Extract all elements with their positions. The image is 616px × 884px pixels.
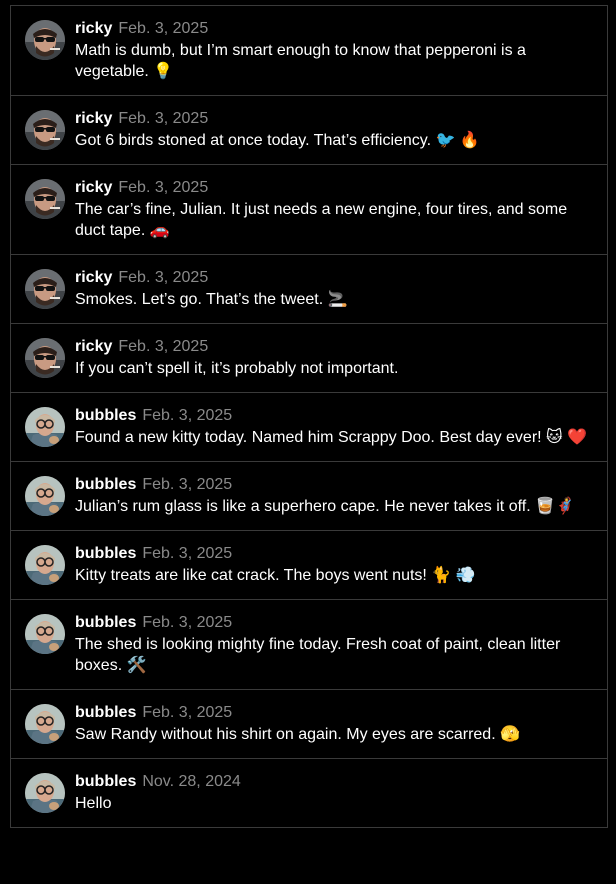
- post-item: ricky Feb. 3, 2025 If you can’t spell it, …: [11, 323, 607, 392]
- post-meta: bubbles Nov. 28, 2024: [75, 772, 595, 792]
- post-feed: ricky Feb. 3, 2025 Math is dumb, but I’m s…: [10, 5, 608, 828]
- avatar[interactable]: [25, 773, 65, 813]
- post-date[interactable]: Feb. 3, 2025: [118, 20, 208, 37]
- avatar[interactable]: [25, 179, 65, 219]
- post-text: Got 6 birds stoned at once today. That’s…: [75, 132, 480, 149]
- post-meta: bubbles Feb. 3, 2025: [75, 544, 595, 564]
- avatar[interactable]: [25, 269, 65, 309]
- post-text: Julian’s rum glass is like a superhero c…: [75, 498, 575, 515]
- post-item: ricky Feb. 3, 2025 Math is dumb, but I’m s…: [11, 5, 607, 95]
- post-item: bubbles Feb. 3, 2025 Saw Randy without his…: [11, 689, 607, 758]
- avatar[interactable]: [25, 110, 65, 150]
- post-text: Found a new kitty today. Named him Scrap…: [75, 429, 588, 446]
- post-date[interactable]: Feb. 3, 2025: [142, 476, 232, 493]
- post-item: bubbles Feb. 3, 2025 The shed is looking m…: [11, 599, 607, 689]
- post-meta: ricky Feb. 3, 2025: [75, 178, 595, 198]
- username[interactable]: bubbles: [75, 773, 136, 790]
- username[interactable]: ricky: [75, 338, 112, 355]
- avatar[interactable]: [25, 476, 65, 516]
- post-date[interactable]: Feb. 3, 2025: [142, 545, 232, 562]
- post-meta: ricky Feb. 3, 2025: [75, 337, 595, 357]
- post-date[interactable]: Feb. 3, 2025: [142, 704, 232, 721]
- post-date[interactable]: Feb. 3, 2025: [142, 614, 232, 631]
- post-date[interactable]: Feb. 3, 2025: [118, 338, 208, 355]
- avatar[interactable]: [25, 407, 65, 447]
- post-text: The car’s fine, Julian. It just needs a …: [75, 201, 568, 239]
- post-text: Kitty treats are like cat crack. The boy…: [75, 567, 476, 584]
- username[interactable]: bubbles: [75, 704, 136, 721]
- username[interactable]: bubbles: [75, 407, 136, 424]
- avatar[interactable]: [25, 338, 65, 378]
- post-meta: ricky Feb. 3, 2025: [75, 268, 595, 288]
- post-meta: ricky Feb. 3, 2025: [75, 109, 595, 129]
- post-item: ricky Feb. 3, 2025 Smokes. Let’s go. That’…: [11, 254, 607, 323]
- post-item: bubbles Nov. 28, 2024 Hello: [11, 758, 607, 828]
- post-date[interactable]: Feb. 3, 2025: [118, 269, 208, 286]
- post-date[interactable]: Feb. 3, 2025: [118, 110, 208, 127]
- username[interactable]: bubbles: [75, 614, 136, 631]
- username[interactable]: ricky: [75, 20, 112, 37]
- post-text: Math is dumb, but I’m smart enough to kn…: [75, 42, 526, 80]
- post-meta: ricky Feb. 3, 2025: [75, 19, 595, 39]
- username[interactable]: ricky: [75, 110, 112, 127]
- avatar[interactable]: [25, 20, 65, 60]
- username[interactable]: ricky: [75, 179, 112, 196]
- post-date[interactable]: Feb. 3, 2025: [142, 407, 232, 424]
- post-date[interactable]: Nov. 28, 2024: [142, 773, 240, 790]
- username[interactable]: bubbles: [75, 476, 136, 493]
- post-meta: bubbles Feb. 3, 2025: [75, 406, 595, 426]
- post-text: The shed is looking mighty fine today. F…: [75, 636, 561, 674]
- post-item: bubbles Feb. 3, 2025 Julian’s rum glass is…: [11, 461, 607, 530]
- post-text: Saw Randy without his shirt on again. My…: [75, 726, 521, 743]
- avatar[interactable]: [25, 614, 65, 654]
- post-item: bubbles Feb. 3, 2025 Kitty treats are like…: [11, 530, 607, 599]
- post-text: Smokes. Let’s go. That’s the tweet. 🚬: [75, 291, 348, 308]
- username[interactable]: bubbles: [75, 545, 136, 562]
- post-item: ricky Feb. 3, 2025 The car’s fine, Julian.…: [11, 164, 607, 254]
- post-meta: bubbles Feb. 3, 2025: [75, 613, 595, 633]
- post-item: bubbles Feb. 3, 2025 Found a new kitty tod…: [11, 392, 607, 461]
- post-item: ricky Feb. 3, 2025 Got 6 birds stoned at o…: [11, 95, 607, 164]
- post-text: If you can’t spell it, it’s probably not…: [75, 360, 399, 377]
- post-meta: bubbles Feb. 3, 2025: [75, 703, 595, 723]
- username[interactable]: ricky: [75, 269, 112, 286]
- avatar[interactable]: [25, 704, 65, 744]
- post-meta: bubbles Feb. 3, 2025: [75, 475, 595, 495]
- post-text: Hello: [75, 795, 112, 812]
- post-date[interactable]: Feb. 3, 2025: [118, 179, 208, 196]
- avatar[interactable]: [25, 545, 65, 585]
